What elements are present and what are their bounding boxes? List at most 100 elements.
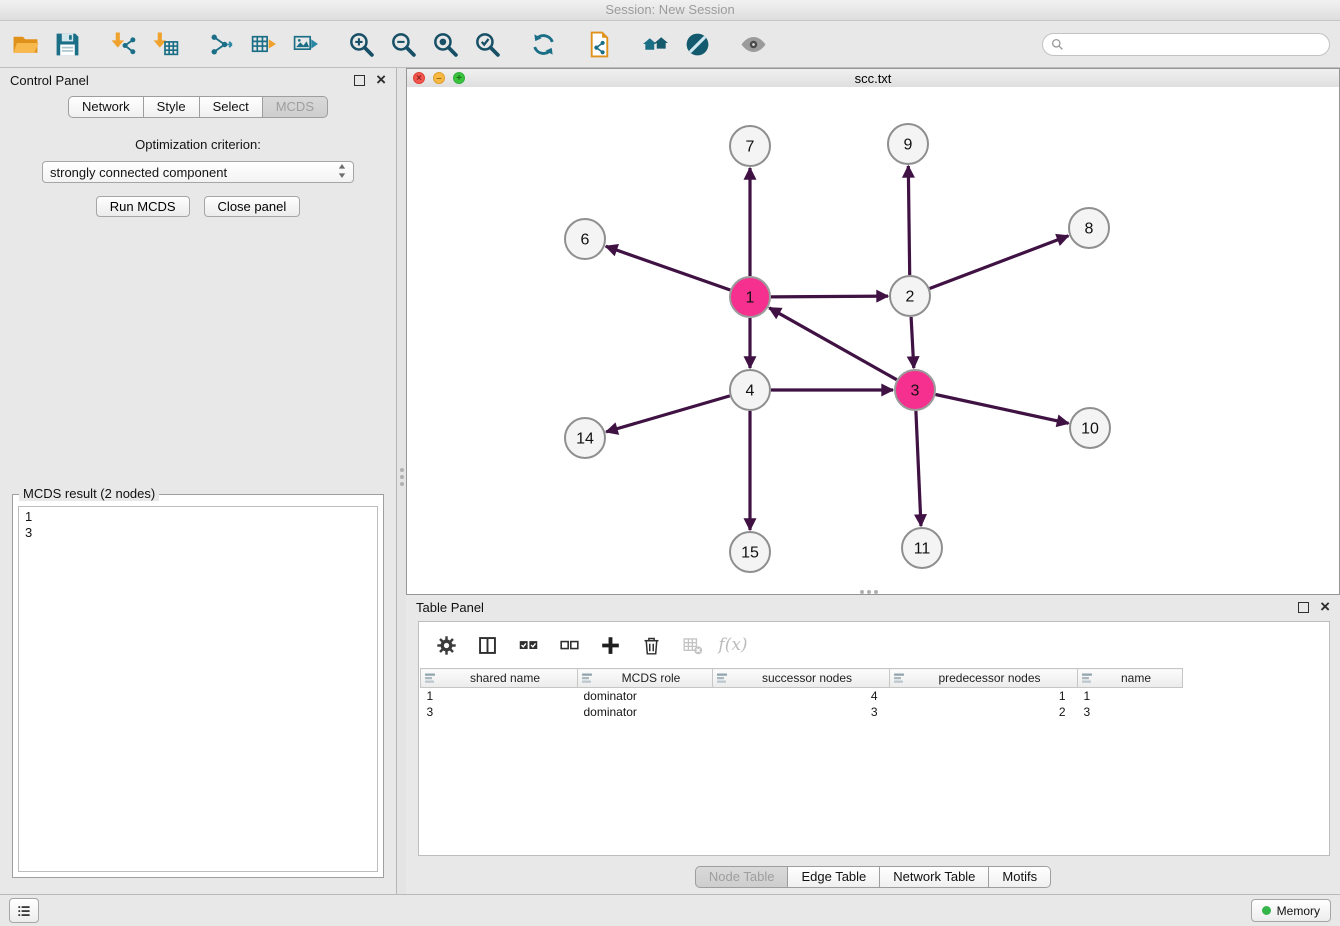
open-file-icon[interactable]: [10, 28, 40, 60]
column-header-successor-nodes[interactable]: successor nodes: [713, 669, 890, 688]
graph-edge-1-2[interactable]: [771, 296, 888, 297]
table-cell[interactable]: dominator: [578, 688, 713, 705]
graph-edge-2-3[interactable]: [911, 317, 914, 368]
graph-edge-3-10[interactable]: [936, 395, 1069, 424]
graph-node-14[interactable]: 14: [565, 418, 605, 458]
save-session-icon[interactable]: [52, 28, 82, 60]
run-mcds-button[interactable]: Run MCDS: [96, 196, 190, 217]
float-table-panel-icon[interactable]: [1298, 602, 1309, 613]
mcds-result-list[interactable]: 13: [18, 506, 378, 872]
graph-edge-1-6[interactable]: [606, 246, 730, 290]
search-icon: [1051, 38, 1064, 51]
graph-edge-4-14[interactable]: [606, 396, 730, 432]
graph-node-2[interactable]: 2: [890, 276, 930, 316]
open-style-panel-icon[interactable]: [682, 28, 712, 60]
vertical-splitter-handle[interactable]: [399, 464, 405, 490]
table-tab-node-table[interactable]: Node Table: [695, 866, 789, 888]
table-row[interactable]: 3dominator323: [421, 704, 1183, 720]
new-network-from-selection-icon[interactable]: [584, 28, 614, 60]
export-image-icon[interactable]: [290, 28, 320, 60]
graph-node-1[interactable]: 1: [730, 277, 770, 317]
clear-row-selection-icon[interactable]: [557, 633, 581, 657]
table-cell[interactable]: dominator: [578, 704, 713, 720]
network-graph[interactable]: 7 9 6 8 1 2 4 3 14 10 15 11: [407, 87, 1339, 594]
column-label: predecessor nodes: [938, 671, 1040, 685]
memory-button[interactable]: Memory: [1251, 899, 1331, 922]
close-panel-button[interactable]: Close panel: [204, 196, 301, 217]
graph-node-4[interactable]: 4: [730, 370, 770, 410]
column-label: MCDS role: [622, 671, 681, 685]
apply-preferred-layout-icon[interactable]: [528, 28, 558, 60]
graph-node-11[interactable]: 11: [902, 528, 942, 568]
export-table-icon[interactable]: [248, 28, 278, 60]
optimization-criterion-label: Optimization criterion:: [0, 137, 396, 152]
control-tab-network[interactable]: Network: [68, 96, 144, 118]
column-type-icon: [1081, 672, 1093, 684]
column-settings-icon[interactable]: [434, 633, 458, 657]
column-header-MCDS-role[interactable]: MCDS role: [578, 669, 713, 688]
graph-edge-3-11[interactable]: [916, 411, 921, 526]
show-welcome-screen-icon[interactable]: [640, 28, 670, 60]
table-cell[interactable]: 3: [1078, 704, 1183, 720]
zoom-selected-icon[interactable]: [472, 28, 502, 60]
table-cell[interactable]: 4: [713, 688, 890, 705]
graph-node-6[interactable]: 6: [565, 219, 605, 259]
import-table-from-file-icon[interactable]: [150, 28, 180, 60]
import-network-from-file-icon[interactable]: [108, 28, 138, 60]
zoom-fit-icon[interactable]: [430, 28, 460, 60]
search-input[interactable]: [1069, 36, 1321, 52]
table-tab-edge-table[interactable]: Edge Table: [788, 866, 880, 888]
column-header-shared-name[interactable]: shared name: [421, 669, 578, 688]
close-window-icon[interactable]: [413, 72, 425, 84]
table-cell[interactable]: 2: [890, 704, 1078, 720]
control-tab-mcds[interactable]: MCDS: [263, 96, 328, 118]
task-history-button[interactable]: [9, 898, 39, 923]
control-tab-select[interactable]: Select: [200, 96, 263, 118]
graph-node-9[interactable]: 9: [888, 124, 928, 164]
table-tab-network-table[interactable]: Network Table: [880, 866, 989, 888]
table-cell[interactable]: 3: [421, 704, 578, 720]
column-type-icon: [424, 672, 436, 684]
graph-node-3[interactable]: 3: [895, 370, 935, 410]
graph-edge-2-9[interactable]: [908, 166, 909, 275]
select-all-rows-icon[interactable]: [516, 633, 540, 657]
optimization-select[interactable]: strongly connected component: [42, 161, 354, 183]
minimize-window-icon[interactable]: [433, 72, 445, 84]
delete-columns-icon[interactable]: [639, 633, 663, 657]
svg-text:9: 9: [904, 137, 913, 154]
float-panel-icon[interactable]: [354, 75, 365, 86]
maximize-window-icon[interactable]: [453, 72, 465, 84]
table-cell[interactable]: 1: [1078, 688, 1183, 705]
zoom-in-icon[interactable]: [346, 28, 376, 60]
column-type-icon: [716, 672, 728, 684]
table-tab-motifs[interactable]: Motifs: [989, 866, 1051, 888]
column-header-predecessor-nodes[interactable]: predecessor nodes: [890, 669, 1078, 688]
network-window-titlebar: scc.txt: [407, 69, 1339, 88]
graph-edge-2-8[interactable]: [930, 236, 1069, 289]
export-network-icon[interactable]: [206, 28, 236, 60]
toggle-graphics-details-icon[interactable]: [738, 28, 768, 60]
table-cell[interactable]: 1: [890, 688, 1078, 705]
table-cell[interactable]: 1: [421, 688, 578, 705]
graph-edge-3-1[interactable]: [769, 308, 897, 380]
control-panel: Control Panel × NetworkStyleSelectMCDS O…: [0, 68, 397, 894]
show-columns-icon[interactable]: [475, 633, 499, 657]
zoom-out-icon[interactable]: [388, 28, 418, 60]
column-type-icon: [581, 672, 593, 684]
control-tab-style[interactable]: Style: [144, 96, 200, 118]
table-panel-title: Table Panel: [416, 600, 484, 615]
graph-node-10[interactable]: 10: [1070, 408, 1110, 448]
close-table-panel-icon[interactable]: ×: [1320, 600, 1330, 614]
window-titlebar: Session: New Session: [0, 0, 1340, 21]
create-column-icon[interactable]: [598, 633, 622, 657]
graph-node-7[interactable]: 7: [730, 126, 770, 166]
close-panel-icon[interactable]: ×: [376, 73, 386, 87]
graph-node-8[interactable]: 8: [1069, 208, 1109, 248]
column-header-name[interactable]: name: [1078, 669, 1183, 688]
table-row[interactable]: 1dominator411: [421, 688, 1183, 705]
search-box[interactable]: [1042, 33, 1330, 56]
table-cell[interactable]: 3: [713, 704, 890, 720]
network-canvas[interactable]: 7 9 6 8 1 2 4 3 14 10 15 11: [407, 87, 1339, 594]
table-panel-tabs: Node TableEdge TableNetwork TableMotifs: [406, 866, 1340, 888]
graph-node-15[interactable]: 15: [730, 532, 770, 572]
